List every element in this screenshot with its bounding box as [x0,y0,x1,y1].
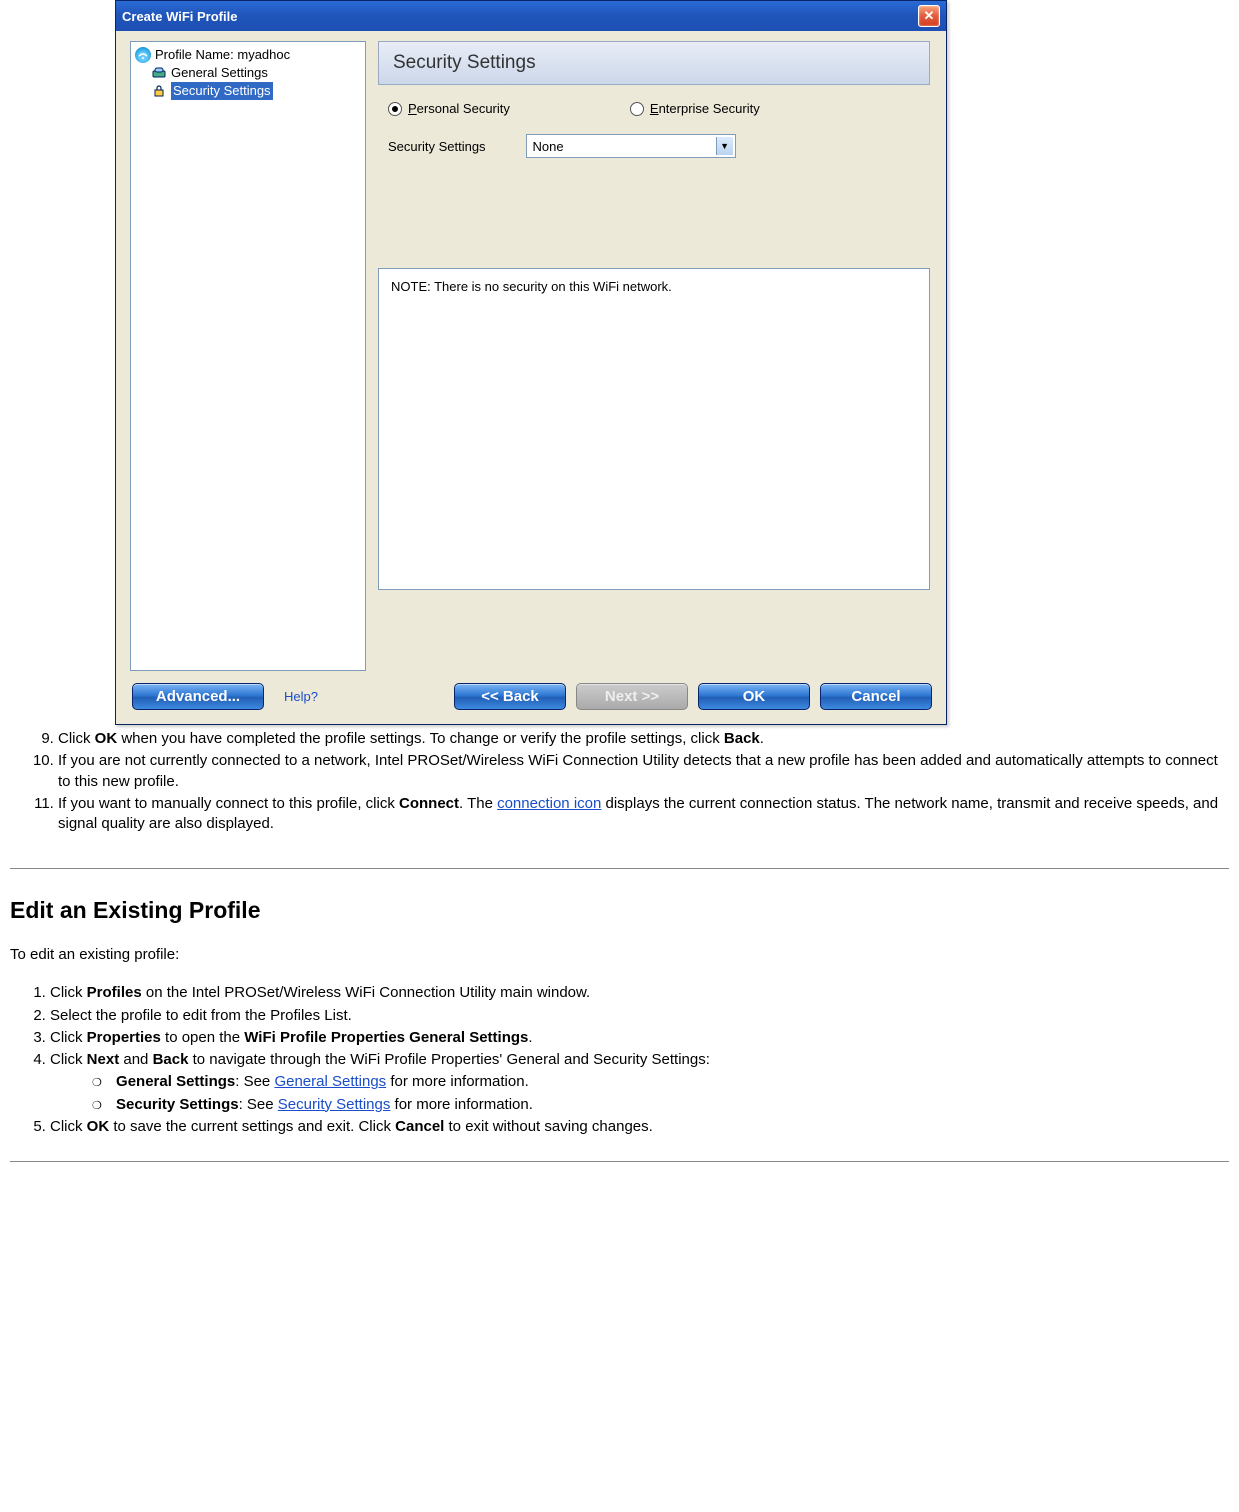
dialog-title: Create WiFi Profile [122,9,237,24]
list-item: General Settings: See General Settings f… [92,1072,1229,1092]
note-text: NOTE: There is no security on this WiFi … [391,279,672,294]
radio-personal-label: Personal Security [408,101,510,116]
tree-item-security[interactable]: Security Settings [133,82,363,100]
back-button[interactable]: << Back [454,683,566,710]
advanced-button[interactable]: Advanced... [132,683,264,710]
close-button[interactable]: ✕ [918,5,940,27]
radio-personal-security[interactable]: Personal Security [388,101,510,116]
tree-root-item[interactable]: Profile Name: myadhoc [133,46,363,64]
divider [10,868,1229,869]
tree-security-label: Security Settings [171,82,273,100]
section-heading-edit-profile: Edit an Existing Profile [10,897,1229,924]
security-settings-link[interactable]: Security Settings [278,1096,391,1113]
list-item: Click Next and Back to navigate through … [50,1050,1229,1115]
tree-item-general[interactable]: General Settings [133,64,363,82]
wifi-icon [135,47,151,63]
profile-tree[interactable]: Profile Name: myadhoc General Settings S… [130,41,366,671]
dialog-button-row: Advanced... Help? << Back Next >> OK Can… [116,671,946,724]
security-settings-dropdown[interactable]: None ▼ [526,134,736,158]
list-item: If you want to manually connect to this … [58,794,1229,835]
radio-unchecked-icon [630,102,644,116]
ok-button[interactable]: OK [698,683,810,710]
chevron-down-icon: ▼ [716,137,733,155]
dropdown-value: None [533,139,564,154]
security-settings-panel: Security Settings Personal Security Ente… [376,41,936,671]
list-item: Select the profile to edit from the Prof… [50,1006,1229,1026]
list-item: Click Properties to open the WiFi Profil… [50,1028,1229,1048]
edit-profile-steps: Click Profiles on the Intel PROSet/Wirel… [10,983,1229,1137]
radio-enterprise-label: Enterprise Security [650,101,760,116]
security-settings-label: Security Settings [388,139,486,154]
general-icon [151,65,167,81]
security-note-box: NOTE: There is no security on this WiFi … [378,268,930,590]
tree-root-label: Profile Name: myadhoc [155,46,290,64]
cancel-button[interactable]: Cancel [820,683,932,710]
general-settings-link[interactable]: General Settings [274,1073,386,1090]
next-button[interactable]: Next >> [576,683,688,710]
divider [10,1161,1229,1162]
list-item: Click OK when you have completed the pro… [58,729,1229,749]
help-link[interactable]: Help? [284,689,318,704]
instruction-list-continued: Click OK when you have completed the pro… [18,729,1229,834]
radio-enterprise-security[interactable]: Enterprise Security [630,101,760,116]
create-wifi-profile-dialog: Create WiFi Profile ✕ Profile Name: myad… [115,0,947,725]
list-item: Security Settings: See Security Settings… [92,1095,1229,1115]
section-intro: To edit an existing profile: [10,946,1229,963]
tree-general-label: General Settings [171,64,268,82]
list-item: Click OK to save the current settings an… [50,1117,1229,1137]
radio-checked-icon [388,102,402,116]
dialog-titlebar: Create WiFi Profile ✕ [116,1,946,31]
list-item: If you are not currently connected to a … [58,751,1229,792]
list-item: Click Profiles on the Intel PROSet/Wirel… [50,983,1229,1003]
close-icon: ✕ [924,8,935,24]
lock-icon [151,83,167,99]
connection-icon-link[interactable]: connection icon [497,795,601,812]
panel-title: Security Settings [378,41,930,85]
